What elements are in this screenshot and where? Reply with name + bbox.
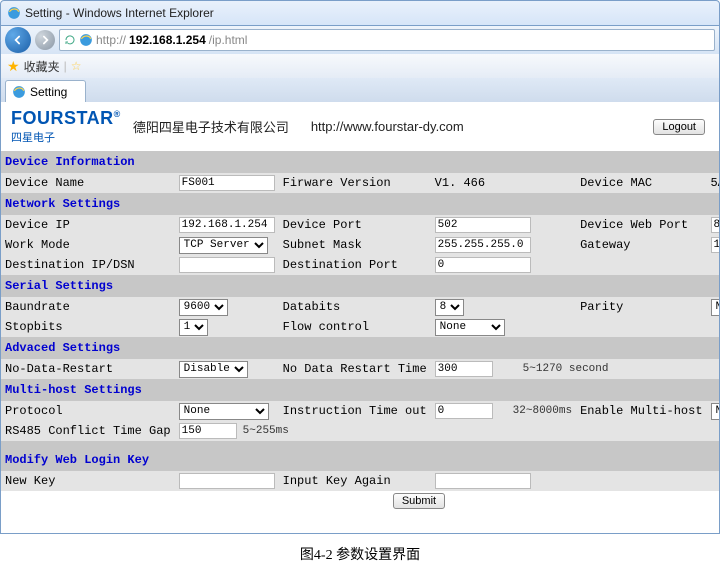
label-web-port: Device Web Port <box>576 215 706 235</box>
section-advanced: Advaced Settings <box>1 337 720 359</box>
section-device: Device Information <box>1 151 720 173</box>
address-bar[interactable]: http://192.168.1.254/ip.html <box>59 29 715 51</box>
rs485-hint: 5~255ms <box>243 425 289 437</box>
device-port-input[interactable] <box>435 217 531 233</box>
label-gateway: Gateway <box>576 235 706 255</box>
window-titlebar: Setting - Windows Internet Explorer <box>0 0 720 26</box>
section-multi: Multi-host Settings <box>1 379 720 401</box>
databits-select[interactable]: 8 <box>435 299 464 316</box>
label-rs485-gap: RS485 Conflict Time Gap <box>1 421 175 441</box>
subnet-input[interactable] <box>435 237 531 253</box>
ie-icon <box>7 6 21 20</box>
label-databits: Databits <box>279 297 431 317</box>
label-enable-multi: Enable Multi-host <box>576 401 706 421</box>
page-content: FOURSTAR® 四星电子 德阳四星电子技术有限公司 http://www.f… <box>0 102 720 534</box>
work-mode-select[interactable]: TCP Server <box>179 237 268 254</box>
section-serial: Serial Settings <box>1 275 720 297</box>
forward-button[interactable] <box>35 30 55 50</box>
label-nodata-time: No Data Restart Time <box>279 359 431 379</box>
stopbits-select[interactable]: 1 <box>179 319 208 336</box>
config-table: Device Information Device Name Firware V… <box>1 151 720 511</box>
flow-select[interactable]: None <box>435 319 505 336</box>
label-protocol: Protocol <box>1 401 175 421</box>
figure-caption: 图4-2 参数设置界面 <box>0 544 720 564</box>
ie-icon <box>12 85 26 99</box>
device-name-input[interactable] <box>179 175 275 191</box>
parity-select[interactable]: None <box>711 299 720 316</box>
page-header: FOURSTAR® 四星电子 德阳四星电子技术有限公司 http://www.f… <box>1 102 719 151</box>
url-host: 192.168.1.254 <box>129 33 206 47</box>
window-title: Setting - Windows Internet Explorer <box>25 6 214 20</box>
key-again-input[interactable] <box>435 473 531 489</box>
submit-button[interactable]: Submit <box>393 493 445 509</box>
protocol-select[interactable]: None <box>179 403 269 420</box>
label-stopbits: Stopbits <box>1 317 175 337</box>
logout-button[interactable]: Logout <box>653 119 705 135</box>
company-name: 德阳四星电子技术有限公司 <box>133 117 289 136</box>
label-device-port: Device Port <box>279 215 431 235</box>
favorites-label[interactable]: 收藏夹 <box>24 58 60 75</box>
refresh-icon <box>64 34 76 46</box>
label-new-key: New Key <box>1 471 175 491</box>
label-device-name: Device Name <box>1 173 175 193</box>
label-device-ip: Device IP <box>1 215 175 235</box>
device-ip-input[interactable] <box>179 217 275 233</box>
add-favorite-icon[interactable]: ☆ <box>71 59 82 73</box>
inst-hint: 32~8000ms <box>513 405 572 417</box>
favorites-bar: ★ 收藏夹 | ☆ <box>0 54 720 78</box>
ie-icon <box>79 33 93 47</box>
label-device-mac: Device MAC <box>576 173 706 193</box>
web-port-input[interactable] <box>711 217 720 233</box>
tab-bar: Setting <box>0 78 720 102</box>
label-inst-timeout: Instruction Time out <box>279 401 431 421</box>
new-key-input[interactable] <box>179 473 275 489</box>
nodata-select[interactable]: Disable <box>179 361 248 378</box>
favorites-star-icon[interactable]: ★ <box>7 58 20 75</box>
label-nodata: No-Data-Restart <box>1 359 175 379</box>
label-baud: Baundrate <box>1 297 175 317</box>
label-parity: Parity <box>576 297 706 317</box>
value-firmware: V1. 466 <box>431 173 576 193</box>
label-key-again: Input Key Again <box>279 471 431 491</box>
tab-setting[interactable]: Setting <box>5 80 86 102</box>
back-button[interactable] <box>5 27 31 53</box>
rs485-gap-input[interactable] <box>179 423 237 439</box>
label-flow: Flow control <box>279 317 431 337</box>
browser-toolbar: http://192.168.1.254/ip.html <box>0 26 720 54</box>
nodata-hint: 5~1270 second <box>523 363 609 375</box>
label-subnet: Subnet Mask <box>279 235 431 255</box>
value-device-mac: 5A-4D-6F-59-CD-5D <box>707 173 720 193</box>
dest-ip-input[interactable] <box>179 257 275 273</box>
inst-timeout-input[interactable] <box>435 403 493 419</box>
label-firmware: Firware Version <box>279 173 431 193</box>
brand-logo: FOURSTAR® <box>11 108 121 128</box>
url-prefix: http:// <box>96 33 126 47</box>
label-dest-port: Destination Port <box>279 255 431 275</box>
nodata-time-input[interactable] <box>435 361 493 377</box>
label-dest-ip: Destination IP/DSN <box>1 255 175 275</box>
label-work-mode: Work Mode <box>1 235 175 255</box>
baud-select[interactable]: 9600 <box>179 299 228 316</box>
dest-port-input[interactable] <box>435 257 531 273</box>
gateway-input[interactable] <box>711 237 720 253</box>
url-path: /ip.html <box>209 33 248 47</box>
section-network: Network Settings <box>1 193 720 215</box>
enable-multi-select[interactable]: No <box>711 403 720 420</box>
company-url: http://www.fourstar-dy.com <box>311 119 464 134</box>
tab-label: Setting <box>30 85 67 99</box>
brand-cn: 四星电子 <box>11 132 55 144</box>
section-modify: Modify Web Login Key <box>1 449 720 471</box>
